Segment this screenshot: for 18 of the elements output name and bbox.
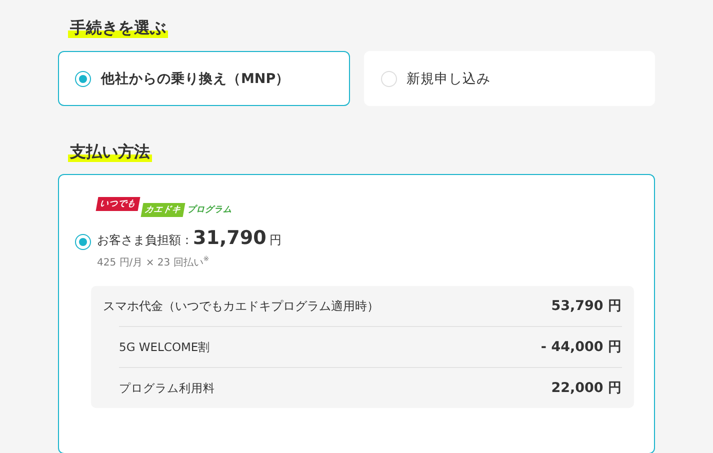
breakdown-amount: - 44,000 円: [540, 338, 622, 356]
logo-text: プログラム: [187, 204, 232, 216]
procedure-option[interactable]: 他社からの乗り換え（MNP）: [58, 51, 350, 106]
installment-text: 425 円/月 × 23 回払い$^{※}$: [97, 255, 210, 270]
burden-amount: 31,790: [193, 227, 266, 249]
payment-card[interactable]: いつでも カエドキ プログラム お客さま負担額：31,790 円 425 円/月 × 23 回払い$^{※}$ スマホ代金（いつでもカエドキプログラム適用時） 53,790 円 5G WELCOME割 - 44,000 円 プログラム利用料 22,000 円: [58, 174, 655, 453]
breakdown-label: プログラム利用料: [119, 380, 215, 396]
logo-text: カエドキ: [140, 203, 186, 217]
procedure-option[interactable]: 新規申し込み: [364, 51, 655, 106]
logo-text: いつでも: [96, 197, 140, 211]
breakdown-label: スマホ代金（いつでもカエドキプログラム適用時）: [103, 298, 379, 315]
currency-unit: 円: [269, 232, 282, 249]
breakdown-amount: 22,000 円: [551, 379, 622, 398]
breakdown-amount: 53,790 円: [551, 297, 622, 316]
burden-label: お客さま負担額：: [97, 232, 193, 249]
radio-button[interactable]: [75, 234, 91, 250]
radio-button[interactable]: [75, 70, 91, 86]
breakdown-label: 5G WELCOME割: [119, 340, 210, 355]
